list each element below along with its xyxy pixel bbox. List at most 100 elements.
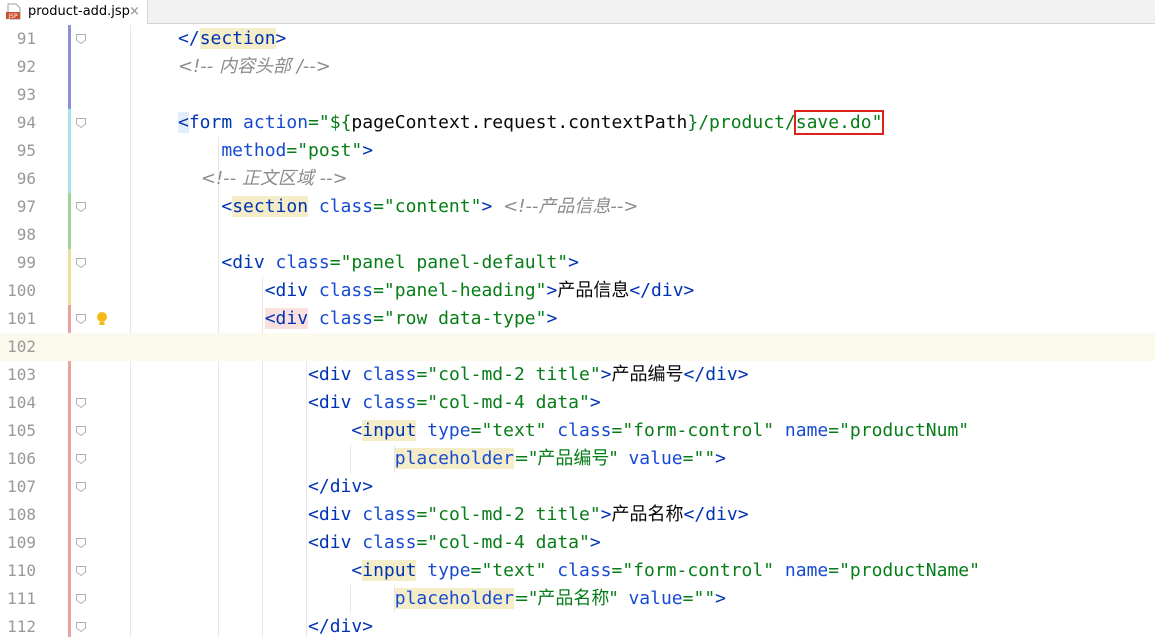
line-number[interactable]: 101 <box>0 305 36 333</box>
line-number[interactable]: 97 <box>0 193 36 221</box>
code-token: ="productNum" <box>828 420 970 441</box>
code-editor[interactable]: 91 </section> 92 <!-- 内容头部 /--> 93 94 <form ac… <box>0 25 1155 637</box>
code-line[interactable]: 103 <div class="col-md-2 title">产品编号</di… <box>0 361 1155 389</box>
code-line[interactable]: 112 </div> <box>0 613 1155 637</box>
code-token: class <box>546 560 612 581</box>
line-number[interactable]: 109 <box>0 529 36 557</box>
code-line[interactable]: 92 <!-- 内容头部 /--> <box>0 53 1155 81</box>
code-token: </ <box>683 364 706 385</box>
line-number[interactable]: 106 <box>0 445 36 473</box>
line-number[interactable]: 93 <box>0 81 36 109</box>
code-token: div <box>705 364 738 385</box>
code-line[interactable]: 97 <section class="content"> <!--产品信息--> <box>0 193 1155 221</box>
code-text: method="post"> <box>178 137 373 165</box>
code-line[interactable]: 100 <div class="panel-heading">产品信息</div… <box>0 277 1155 305</box>
code-line[interactable]: 105 <input type="text" class="form-contr… <box>0 417 1155 445</box>
line-number[interactable]: 111 <box>0 585 36 613</box>
line-number[interactable]: 110 <box>0 557 36 585</box>
code-line[interactable]: 93 <box>0 81 1155 109</box>
code-line[interactable]: 96 <!-- 正文区域 --> <box>0 165 1155 193</box>
code-token: > <box>362 616 374 637</box>
line-number[interactable]: 107 <box>0 473 36 501</box>
code-line[interactable]: 102 <box>0 333 1155 361</box>
code-line[interactable]: 98 <box>0 221 1155 249</box>
code-line[interactable]: 106 placeholder="产品编号" value=""> <box>0 445 1155 473</box>
code-text: <div class="col-md-2 title">产品编号</div> <box>178 361 749 389</box>
fold-marker-icon[interactable] <box>75 453 87 465</box>
code-token: ="text" <box>470 420 547 441</box>
tab-filename: product-add.jsp <box>28 4 130 19</box>
code-token: > <box>362 140 374 161</box>
code-line[interactable]: 111 placeholder="产品名称" value=""> <box>0 585 1155 613</box>
code-line[interactable]: 95 method="post"> <box>0 137 1155 165</box>
code-token: input <box>362 560 417 581</box>
editor-tab-bar: JSP product-add.jsp × <box>0 0 1155 24</box>
line-number[interactable]: 105 <box>0 417 36 445</box>
code-token: input <box>362 420 417 441</box>
line-number[interactable]: 94 <box>0 109 36 137</box>
fold-marker-icon[interactable] <box>75 425 87 437</box>
code-text: <form action="${pageContext.request.cont… <box>178 109 885 137</box>
code-line[interactable]: 110 <input type="text" class="form-contr… <box>0 557 1155 585</box>
code-token: ="text" <box>470 560 547 581</box>
line-number[interactable]: 102 <box>0 333 36 361</box>
fold-marker-icon[interactable] <box>75 593 87 605</box>
code-token: ="panel panel-default" <box>329 252 569 273</box>
code-token: form <box>188 112 233 133</box>
code-text: <!-- 正文区域 --> <box>178 165 348 193</box>
code-token: ="content" <box>373 196 482 217</box>
code-token: > <box>737 364 749 385</box>
fold-marker-icon[interactable] <box>75 33 87 45</box>
code-token: div <box>318 532 352 553</box>
code-token: pageContext.request.contextPath <box>351 112 688 133</box>
fold-marker-icon[interactable] <box>75 201 87 213</box>
fold-marker-icon[interactable] <box>75 397 87 409</box>
line-number[interactable]: 104 <box>0 389 36 417</box>
code-line[interactable]: 108 <div class="col-md-2 title">产品名称</di… <box>0 501 1155 529</box>
code-line[interactable]: 101 <div class="row data-type"> <box>0 305 1155 333</box>
svg-text:JSP: JSP <box>7 13 18 20</box>
code-token: class <box>308 196 374 217</box>
code-line[interactable]: 99 <div class="panel panel-default"> <box>0 249 1155 277</box>
line-number[interactable]: 92 <box>0 53 36 81</box>
tab-product-add-jsp[interactable]: JSP product-add.jsp × <box>0 0 148 24</box>
line-number[interactable]: 99 <box>0 249 36 277</box>
line-number[interactable]: 98 <box>0 221 36 249</box>
line-number[interactable]: 95 <box>0 137 36 165</box>
code-token: name <box>774 420 829 441</box>
fold-marker-icon[interactable] <box>75 565 87 577</box>
fold-marker-icon[interactable] <box>75 257 87 269</box>
code-token: class <box>264 252 330 273</box>
line-number[interactable]: 108 <box>0 501 36 529</box>
code-token: div <box>275 280 309 301</box>
code-line[interactable]: 104 <div class="col-md-4 data"> <box>0 389 1155 417</box>
line-number[interactable]: 100 <box>0 277 36 305</box>
tab-close-icon[interactable]: × <box>129 3 140 21</box>
fold-marker-icon[interactable] <box>75 117 87 129</box>
code-token: section <box>232 196 309 217</box>
code-text: <div class="col-md-4 data"> <box>178 529 601 557</box>
code-text: <div class="panel-heading">产品信息</div> <box>178 277 695 305</box>
fold-marker-icon[interactable] <box>75 481 87 493</box>
code-text: <div class="col-md-2 title">产品名称</div> <box>178 501 749 529</box>
code-line[interactable]: 91 </section> <box>0 25 1155 53</box>
line-number[interactable]: 91 <box>0 25 36 53</box>
code-token: > <box>589 392 601 413</box>
code-token: </ <box>178 476 330 497</box>
fold-marker-icon[interactable] <box>75 621 87 633</box>
fold-marker-icon[interactable] <box>75 313 87 325</box>
code-line[interactable]: 109 <div class="col-md-4 data"> <box>0 529 1155 557</box>
line-number[interactable]: 103 <box>0 361 36 389</box>
code-token: placeholder <box>394 588 514 609</box>
jsp-file-icon: JSP <box>6 3 22 20</box>
code-token: > <box>600 504 612 525</box>
line-number[interactable]: 112 <box>0 613 36 637</box>
line-number[interactable]: 96 <box>0 165 36 193</box>
code-token: <div <box>264 308 309 329</box>
code-token: div <box>705 504 738 525</box>
code-line[interactable]: 107 </div> <box>0 473 1155 501</box>
code-line[interactable]: 94 <form action="${pageContext.request.co… <box>0 109 1155 137</box>
lightbulb-icon[interactable] <box>96 311 108 327</box>
fold-marker-icon[interactable] <box>75 537 87 549</box>
